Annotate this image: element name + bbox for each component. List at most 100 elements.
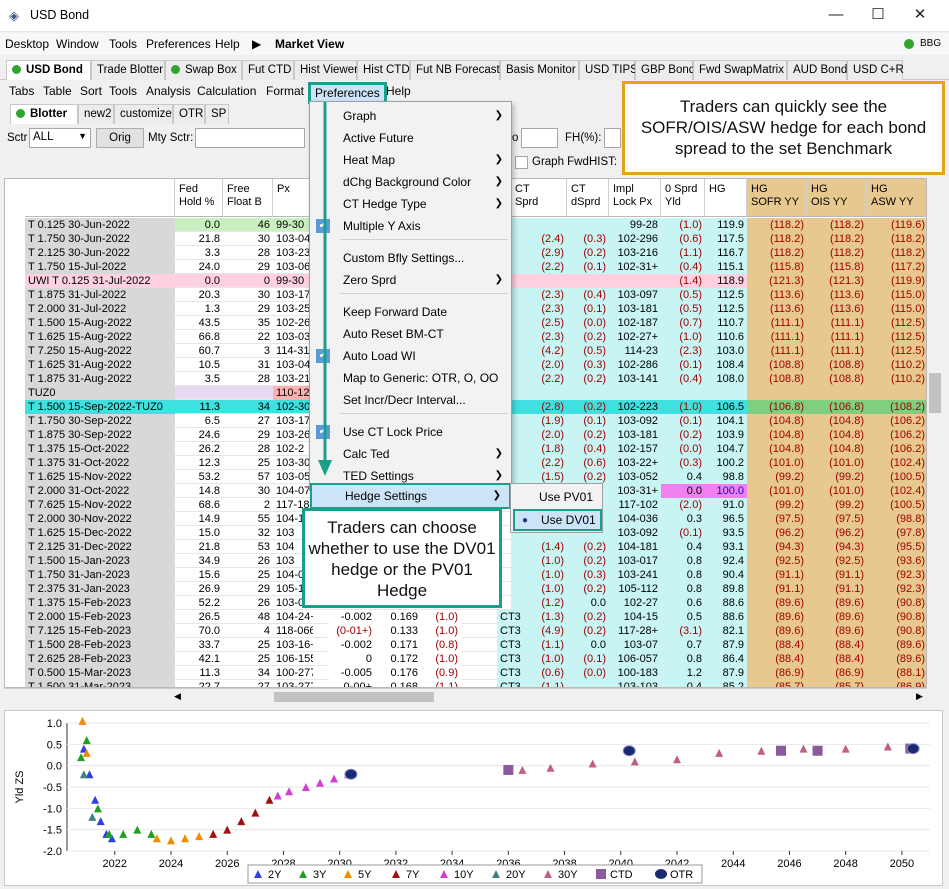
- fh-input[interactable]: [604, 128, 621, 148]
- use-dv01-item[interactable]: ● Use DV01: [513, 509, 602, 531]
- tab-sp[interactable]: SP: [205, 104, 229, 124]
- table-cell: (111.1): [770, 345, 804, 357]
- table-cell: 104-24+: [276, 611, 313, 623]
- pref-menu-item[interactable]: Custom Bfly Settings...: [310, 247, 511, 269]
- pref-menu-item[interactable]: Map to Generic: OTR, O, OO: [310, 367, 511, 389]
- table-cell: (88.1): [896, 667, 925, 679]
- tab-basis-monitor[interactable]: Basis Monitor: [500, 60, 579, 80]
- menu-help[interactable]: Help: [215, 37, 240, 51]
- table-row[interactable]: T 0.500 15-Mar-2023 11.3 34 100-277 (0.6) (0.…: [25, 666, 926, 680]
- menu-sort[interactable]: Sort: [80, 84, 102, 98]
- use-pv01-item[interactable]: Use PV01: [511, 487, 602, 507]
- table-row[interactable]: T 2.625 28-Feb-2023 42.1 25 106-155 (1.0) (0.…: [25, 652, 926, 666]
- col-header-hg-sofr[interactable]: HG SOFR YY: [747, 179, 807, 217]
- pref-menu-item[interactable]: Keep Forward Date: [310, 301, 511, 323]
- graph-fwd-checkbox[interactable]: [515, 156, 528, 169]
- table-cell: (99.2): [775, 499, 804, 511]
- menu-calculation[interactable]: Calculation: [197, 84, 256, 98]
- menu-analysis[interactable]: Analysis: [146, 84, 191, 98]
- pref-menu-item[interactable]: Zero Sprd ❯: [310, 269, 511, 291]
- tab-fut-ctd[interactable]: Fut CTD: [242, 60, 294, 80]
- tab-gbp-bond[interactable]: GBP Bond: [635, 60, 695, 80]
- col-header-ct-sprd[interactable]: CT Sprd: [511, 179, 567, 217]
- tab-hist-viewer[interactable]: Hist Viewer: [294, 60, 358, 80]
- table-row[interactable]: T 1.500 28-Feb-2023 33.7 25 103-16+ (1.1) 0.0…: [25, 638, 926, 652]
- orig-button[interactable]: Orig: [96, 128, 144, 148]
- horizontal-scroll-thumb[interactable]: [274, 692, 434, 702]
- table-cell: 32: [257, 527, 270, 539]
- sctr-select[interactable]: ALL ▼: [29, 128, 91, 148]
- pref-menu-item[interactable]: Hedge Settings ❯: [310, 483, 511, 509]
- pref-menu-item[interactable]: CT Hedge Type ❯: [310, 193, 511, 215]
- col-header-ct-dsprd[interactable]: CT dSprd: [567, 179, 609, 217]
- col-header-zero-sprd[interactable]: 0 Sprd Yld: [661, 179, 705, 217]
- tab-hist-ctd[interactable]: Hist CTD: [357, 60, 410, 80]
- vertical-scrollbar[interactable]: [927, 178, 943, 688]
- col-header-impl-lock[interactable]: Impl Lock Px: [609, 179, 661, 217]
- table-cell: (0.2): [583, 429, 606, 441]
- menu-table[interactable]: Table: [43, 84, 72, 98]
- pref-menu-item[interactable]: Active Future: [310, 127, 511, 149]
- vertical-scroll-thumb[interactable]: [929, 373, 941, 413]
- minimize-button[interactable]: —: [826, 6, 846, 26]
- tab-fut-nb-forecast[interactable]: Fut NB Forecast: [410, 60, 500, 80]
- table-cell: (99.2): [835, 499, 864, 511]
- tab-usd-bond[interactable]: USD Bond: [6, 60, 91, 80]
- table-row[interactable]: T 1.500 31-Mar-2023 22.7 27 103-277 (1.1) 103…: [25, 680, 926, 687]
- pref-menu-item[interactable]: dChg Background Color ❯: [310, 171, 511, 193]
- menu-tools-2[interactable]: Tools: [109, 84, 137, 98]
- tab-customize[interactable]: customize: [114, 104, 173, 124]
- pref-menu-item[interactable]: Use CT Lock Price ✔: [310, 421, 511, 443]
- menu-tools[interactable]: Tools: [109, 37, 137, 51]
- tab-swap-box[interactable]: Swap Box: [165, 60, 242, 80]
- pref-menu-item[interactable]: Heat Map ❯: [310, 149, 511, 171]
- tab-blotter[interactable]: Blotter: [10, 104, 78, 124]
- play-arrow-icon[interactable]: ▶: [252, 37, 261, 51]
- market-view-button[interactable]: Market View: [275, 37, 344, 51]
- tab-usd-c-r[interactable]: USD C+R: [847, 60, 904, 80]
- table-cell: (0.3): [583, 569, 606, 581]
- maximize-button[interactable]: ☐: [868, 6, 888, 26]
- col-header-px[interactable]: Px: [273, 179, 313, 217]
- tab-fwd-swapmatrix[interactable]: Fwd SwapMatrix: [693, 60, 787, 80]
- col-header-hg-ois[interactable]: HG OIS YY: [807, 179, 867, 217]
- col-header-free-float[interactable]: Free Float B: [223, 179, 273, 217]
- pref-menu-item[interactable]: Graph ❯: [310, 105, 511, 127]
- pref-menu-item[interactable]: Multiple Y Axis ✔: [310, 215, 511, 237]
- table-cell: 100-183: [617, 667, 658, 679]
- col-header-hg[interactable]: HG: [705, 179, 747, 217]
- pref-menu-item[interactable]: Auto Reset BM-CT: [310, 323, 511, 345]
- tab-aud-bond[interactable]: AUD Bond: [787, 60, 847, 80]
- table-cell: T 1.500 15-Jan-2023: [28, 555, 130, 567]
- table-cell: 4: [263, 625, 270, 637]
- menu-format[interactable]: Format: [266, 84, 304, 98]
- table-row[interactable]: T 7.125 15-Feb-2023 70.0 4 118-066 (4.9) (0.2…: [25, 624, 926, 638]
- otr-point: [344, 768, 358, 780]
- ctd-point: [503, 764, 514, 775]
- menu-preferences[interactable]: Preferences: [146, 37, 211, 51]
- table-cell: 55: [257, 513, 270, 525]
- radio-selected-icon: ●: [522, 515, 529, 526]
- horizontal-scrollbar[interactable]: ◀ ▶: [4, 688, 927, 704]
- tab-otr[interactable]: OTR: [173, 104, 205, 124]
- menu-help-2[interactable]: Help: [386, 84, 411, 98]
- scroll-left-icon[interactable]: ◀: [174, 691, 181, 702]
- o-input[interactable]: [521, 128, 558, 148]
- menu-desktop[interactable]: Desktop: [5, 37, 49, 51]
- tab-trade-blotter[interactable]: Trade Blotter: [91, 60, 165, 80]
- pref-menu-item[interactable]: Auto Load WI ✔: [310, 345, 511, 367]
- menu-window[interactable]: Window: [56, 37, 99, 51]
- tab-usd-tips[interactable]: USD TIPS: [579, 60, 638, 80]
- menu-tabs[interactable]: Tabs: [9, 84, 34, 98]
- tab-new2[interactable]: new2: [78, 104, 114, 124]
- table-row[interactable]: T 2.000 15-Feb-2023 26.5 48 104-24+ (1.3) (0.…: [25, 610, 926, 624]
- col-header-bond[interactable]: [25, 179, 175, 217]
- mty-sctr-input[interactable]: [195, 128, 305, 148]
- table-cell: T 2.375 31-Jan-2023: [28, 583, 130, 595]
- col-header-hg-asw[interactable]: HG ASW YY: [867, 179, 926, 217]
- pref-menu-item[interactable]: Set Incr/Decr Interval...: [310, 389, 511, 411]
- close-button[interactable]: ✕: [910, 6, 930, 26]
- scroll-right-icon[interactable]: ▶: [916, 691, 923, 702]
- pref-menu-item[interactable]: Calc Ted ❯: [310, 443, 511, 465]
- col-header-fed-hold[interactable]: Fed Hold %: [175, 179, 223, 217]
